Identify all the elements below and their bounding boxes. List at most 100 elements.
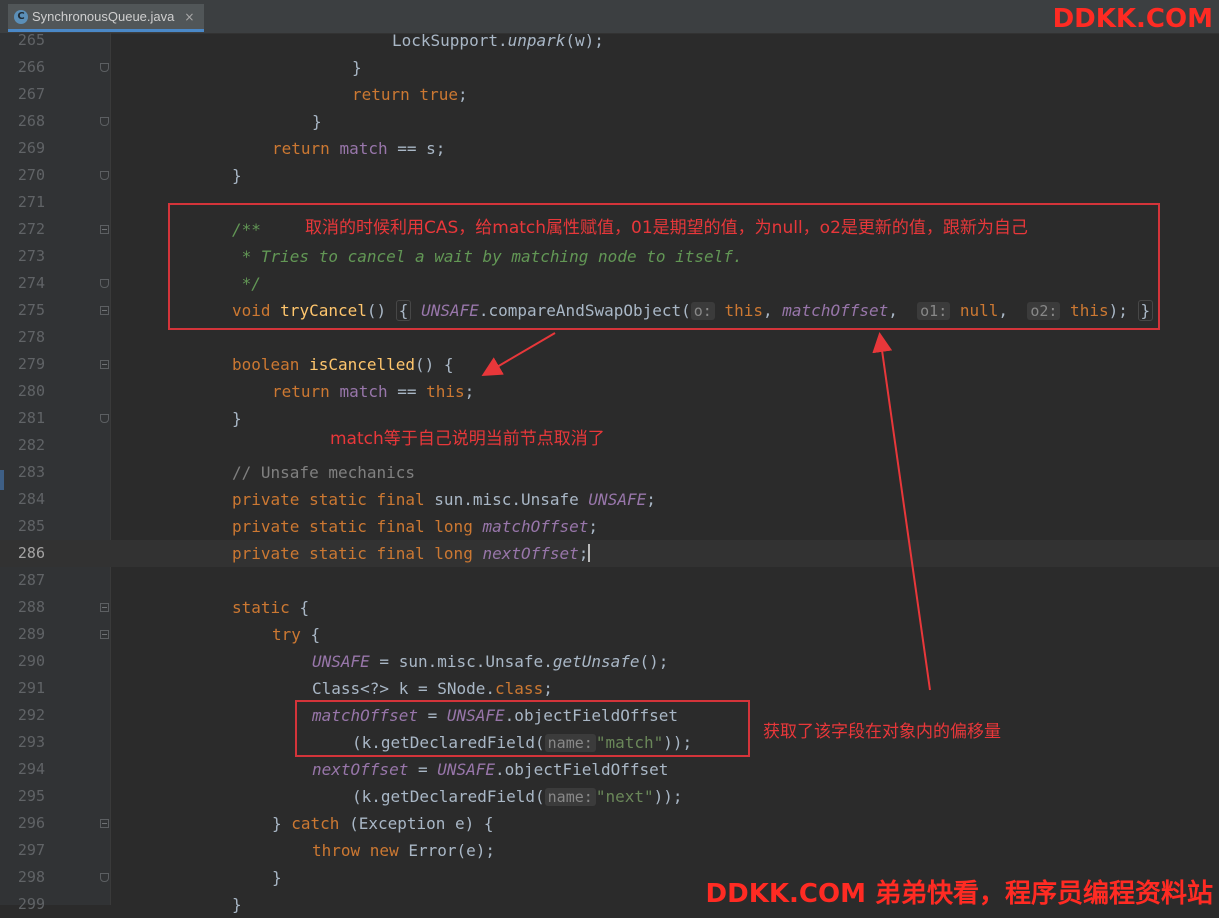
code-text: private static final long nextOffset;: [232, 540, 591, 567]
line-number: 279: [17, 355, 45, 373]
code-line[interactable]: 282: [0, 432, 1219, 459]
code-line[interactable]: 289 try {: [0, 621, 1219, 648]
code-line[interactable]: 279 boolean isCancelled() {: [0, 351, 1219, 378]
code-text: throw new Error(e);: [312, 837, 495, 864]
code-editor[interactable]: 265 LockSupport.unpark(w); 266} 267 return t…: [0, 27, 1219, 918]
code-token: isCancelled: [309, 355, 416, 374]
code-token: this: [426, 382, 465, 401]
code-line[interactable]: 284 private static final sun.misc.Unsafe …: [0, 486, 1219, 513]
code-token: nextOffset: [312, 760, 409, 779]
code-line[interactable]: 269 return match == s;: [0, 135, 1219, 162]
code-token: ==: [387, 382, 427, 401]
line-number: 281: [17, 409, 45, 427]
code-line[interactable]: 265 LockSupport.unpark(w);: [0, 27, 1219, 54]
code-line[interactable]: 267 return true;: [0, 81, 1219, 108]
line-number: 274: [17, 274, 45, 292]
code-token: ;: [646, 490, 656, 509]
line-number: 296: [17, 814, 45, 832]
fold-end-icon[interactable]: [100, 171, 109, 180]
code-line[interactable]: 285 private static final long matchOffset…: [0, 513, 1219, 540]
fold-end-icon[interactable]: [100, 279, 109, 288]
fold-end-icon[interactable]: [100, 414, 109, 423]
code-token: }: [352, 58, 362, 77]
code-token: Class<?> k = SNode.: [312, 679, 496, 698]
line-number: 268: [17, 112, 45, 130]
code-line[interactable]: 280 return match == this;: [0, 378, 1219, 405]
code-token: sun.misc.Unsafe: [434, 490, 589, 509]
line-number: 283: [17, 463, 45, 481]
line-number: 272: [17, 220, 45, 238]
line-number: 288: [17, 598, 45, 616]
fold-expand-icon[interactable]: [100, 360, 109, 369]
fold-end-icon[interactable]: [100, 873, 109, 882]
fold-expand-icon[interactable]: [100, 225, 109, 234]
line-number: 284: [17, 490, 45, 508]
code-text: }: [232, 405, 242, 432]
code-token: getUnsafe: [552, 652, 640, 671]
code-token: private static final long: [232, 544, 483, 563]
code-line[interactable]: 286 private static final long nextOffset;: [0, 540, 1219, 567]
code-line[interactable]: 297 throw new Error(e);: [0, 837, 1219, 864]
code-token: (k.getDeclaredField(: [352, 787, 545, 806]
cas-annotation: 取消的时候利用CAS，给match属性赋值，01是期望的值，为null，o2是更…: [305, 218, 1028, 238]
code-line[interactable]: 296} catch (Exception e) {: [0, 810, 1219, 837]
line-number: 291: [17, 679, 45, 697]
code-line[interactable]: 283 // Unsafe mechanics: [0, 459, 1219, 486]
code-token: Error(e);: [408, 841, 496, 860]
code-line[interactable]: 295 (k.getDeclaredField(name: "next"));: [0, 783, 1219, 810]
code-line[interactable]: 288 static {: [0, 594, 1219, 621]
code-token: ;: [588, 517, 599, 536]
code-text: return match == this;: [272, 378, 474, 405]
code-token: ));: [653, 787, 683, 806]
code-text: (k.getDeclaredField(name: "next"));: [352, 783, 683, 811]
line-number: 289: [17, 625, 45, 643]
code-text: }: [312, 108, 322, 135]
code-token: boolean: [232, 355, 310, 374]
code-token: (w);: [565, 31, 604, 50]
code-token: private static final: [232, 490, 435, 509]
code-text: boolean isCancelled() {: [232, 351, 454, 378]
java-class-icon: C: [14, 9, 28, 24]
code-line[interactable]: 266}: [0, 54, 1219, 81]
code-token: return: [272, 382, 340, 401]
code-line[interactable]: 270}: [0, 162, 1219, 189]
code-token: UNSAFE: [437, 760, 496, 779]
code-text: private static final long matchOffset;: [232, 513, 598, 540]
code-line[interactable]: 287: [0, 567, 1219, 594]
parameter-hint: name:: [544, 788, 596, 806]
fold-expand-icon[interactable]: [100, 630, 109, 639]
match-annotation: match等于自己说明当前节点取消了: [330, 429, 605, 449]
line-number: 282: [17, 436, 45, 454]
line-number: 290: [17, 652, 45, 670]
code-text: }: [272, 864, 282, 891]
code-text: static {: [232, 594, 309, 621]
code-text: // Unsafe mechanics: [232, 459, 415, 486]
line-number: 269: [17, 139, 45, 157]
fold-expand-icon[interactable]: [100, 603, 109, 612]
code-token: .objectFieldOffset: [495, 760, 669, 779]
code-text: try {: [272, 621, 320, 648]
code-token: (Exception e) {: [349, 814, 494, 833]
code-token: }: [312, 112, 322, 131]
line-number: 273: [17, 247, 45, 265]
fold-expand-icon[interactable]: [100, 819, 109, 828]
line-number: 278: [17, 328, 45, 346]
code-line[interactable]: 281}: [0, 405, 1219, 432]
fold-end-icon[interactable]: [100, 117, 109, 126]
code-line[interactable]: 290 UNSAFE = sun.misc.Unsafe.getUnsafe();: [0, 648, 1219, 675]
code-token: ;: [578, 544, 589, 563]
code-text: }: [232, 162, 242, 189]
fold-expand-icon[interactable]: [100, 306, 109, 315]
code-line[interactable]: 268}: [0, 108, 1219, 135]
code-line[interactable]: 294 nextOffset = UNSAFE.objectFieldOffset: [0, 756, 1219, 783]
line-number: 298: [17, 868, 45, 886]
code-token: ;: [464, 382, 475, 401]
code-token: static: [232, 598, 300, 617]
fold-end-icon[interactable]: [100, 63, 109, 72]
line-number: 270: [17, 166, 45, 184]
code-token: return: [272, 139, 340, 158]
close-icon[interactable]: ×: [184, 10, 194, 24]
code-line[interactable]: 291 Class<?> k = SNode.class;: [0, 675, 1219, 702]
line-number: 285: [17, 517, 45, 535]
offset-highlight-box: [295, 700, 750, 757]
